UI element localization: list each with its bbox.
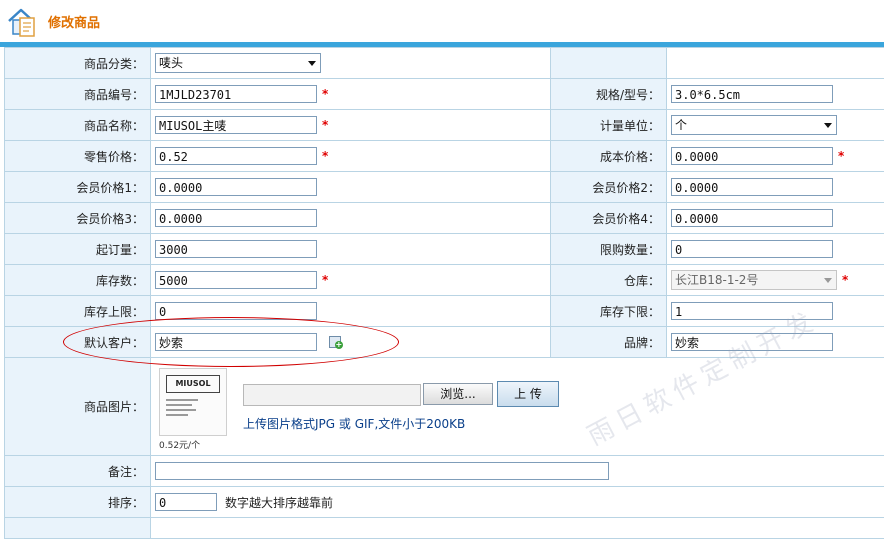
remark-label: 备注： bbox=[5, 456, 151, 487]
product-edit-form: 商品分类： 唛头 商品编号： 1MJLD23701 * 规格/型号： 3.0*6.… bbox=[4, 47, 884, 539]
chevron-down-icon bbox=[308, 61, 316, 66]
required-mark: * bbox=[838, 149, 844, 163]
required-mark: * bbox=[322, 118, 328, 132]
min-order-input[interactable]: 3000 bbox=[155, 240, 317, 258]
thumbnail-brand: MIUSOL bbox=[166, 375, 220, 393]
member-price4-input[interactable]: 0.0000 bbox=[671, 209, 833, 227]
form-row: 商品分类： 唛头 bbox=[5, 48, 884, 79]
default-customer-label: 默认客户： bbox=[5, 327, 151, 358]
stock-input[interactable]: 5000 bbox=[155, 271, 317, 289]
upload-hint: 上传图片格式JPG 或 GIF,文件小于200KB bbox=[243, 415, 465, 432]
form-row: 排序： 0 数字越大排序越靠前 bbox=[5, 487, 884, 518]
purchase-limit-input[interactable]: 0 bbox=[671, 240, 833, 258]
required-mark: * bbox=[322, 149, 328, 163]
required-mark: * bbox=[322, 87, 328, 101]
form-row: 零售价格： 0.52 * 成本价格： 0.0000 * bbox=[5, 141, 884, 172]
name-label: 商品名称： bbox=[5, 110, 151, 141]
page-title: 修改商品 bbox=[48, 12, 100, 31]
browse-button[interactable]: 浏览... bbox=[423, 383, 493, 405]
form-row: 会员价格1： 0.0000 会员价格2： 0.0000 bbox=[5, 172, 884, 203]
member-price4-label: 会员价格4： bbox=[551, 203, 667, 234]
form-row: 会员价格3： 0.0000 会员价格4： 0.0000 bbox=[5, 203, 884, 234]
thumbnail-price: 0.52元/个 bbox=[159, 438, 233, 451]
product-thumbnail: MIUSOL 0.52元/个 bbox=[159, 368, 233, 446]
empty-label bbox=[551, 48, 667, 79]
unit-select[interactable]: 个 bbox=[671, 115, 837, 135]
chevron-down-icon bbox=[824, 123, 832, 128]
form-row: 默认客户： 妙索 + 品牌： 妙索 bbox=[5, 327, 884, 358]
form-row: 备注： bbox=[5, 456, 884, 487]
sort-hint: 数字越大排序越靠前 bbox=[225, 496, 333, 510]
category-label: 商品分类： bbox=[5, 48, 151, 79]
sort-input[interactable]: 0 bbox=[155, 493, 217, 511]
spec-input[interactable]: 3.0*6.5cm bbox=[671, 85, 833, 103]
house-doc-icon bbox=[6, 6, 38, 38]
member-price3-input[interactable]: 0.0000 bbox=[155, 209, 317, 227]
add-customer-icon[interactable]: + bbox=[329, 335, 343, 349]
code-label: 商品编号： bbox=[5, 79, 151, 110]
member-price1-input[interactable]: 0.0000 bbox=[155, 178, 317, 196]
form-row: 商品图片： MIUSOL 0.52元/个 浏览... 上 传 上传图片格式JPG… bbox=[5, 358, 884, 456]
form-row: 商品名称： MIUSOL主唛 * 计量单位： 个 bbox=[5, 110, 884, 141]
chevron-down-icon bbox=[824, 278, 832, 283]
brand-label: 品牌： bbox=[551, 327, 667, 358]
warehouse-label: 仓库： bbox=[551, 265, 667, 296]
stock-min-label: 库存下限： bbox=[551, 296, 667, 327]
member-price2-label: 会员价格2： bbox=[551, 172, 667, 203]
category-select[interactable]: 唛头 bbox=[155, 53, 321, 73]
member-price3-label: 会员价格3： bbox=[5, 203, 151, 234]
warehouse-select[interactable]: 长江B18-1-2号 bbox=[671, 270, 837, 290]
required-mark: * bbox=[842, 273, 848, 287]
cost-price-label: 成本价格： bbox=[551, 141, 667, 172]
thumbnail-text-lines bbox=[166, 399, 206, 419]
stock-max-input[interactable]: 0 bbox=[155, 302, 317, 320]
unit-select-value: 个 bbox=[675, 118, 687, 132]
remark-input[interactable] bbox=[155, 462, 609, 480]
warehouse-select-value: 长江B18-1-2号 bbox=[675, 273, 758, 287]
form-row: 库存上限： 0 库存下限： 1 bbox=[5, 296, 884, 327]
name-input[interactable]: MIUSOL主唛 bbox=[155, 116, 317, 134]
unit-label: 计量单位： bbox=[551, 110, 667, 141]
page-header: 修改商品 bbox=[0, 0, 884, 42]
brand-input[interactable]: 妙索 bbox=[671, 333, 833, 351]
member-price2-input[interactable]: 0.0000 bbox=[671, 178, 833, 196]
default-customer-input[interactable]: 妙索 bbox=[155, 333, 317, 351]
retail-price-label: 零售价格： bbox=[5, 141, 151, 172]
form-row: 库存数： 5000 * 仓库： 长江B18-1-2号 * bbox=[5, 265, 884, 296]
min-order-label: 起订量： bbox=[5, 234, 151, 265]
stock-label: 库存数： bbox=[5, 265, 151, 296]
sort-label: 排序： bbox=[5, 487, 151, 518]
form-row: 起订量： 3000 限购数量： 0 bbox=[5, 234, 884, 265]
image-label: 商品图片： bbox=[5, 358, 151, 456]
form-row bbox=[5, 518, 884, 539]
retail-price-input[interactable]: 0.52 bbox=[155, 147, 317, 165]
purchase-limit-label: 限购数量： bbox=[551, 234, 667, 265]
stock-max-label: 库存上限： bbox=[5, 296, 151, 327]
category-select-value: 唛头 bbox=[159, 56, 183, 70]
form-row: 商品编号： 1MJLD23701 * 规格/型号： 3.0*6.5cm bbox=[5, 79, 884, 110]
stock-min-input[interactable]: 1 bbox=[671, 302, 833, 320]
file-path-input[interactable] bbox=[243, 384, 421, 406]
code-input[interactable]: 1MJLD23701 bbox=[155, 85, 317, 103]
required-mark: * bbox=[322, 273, 328, 287]
cost-price-input[interactable]: 0.0000 bbox=[671, 147, 833, 165]
thumbnail-card: MIUSOL bbox=[159, 368, 227, 436]
member-price1-label: 会员价格1： bbox=[5, 172, 151, 203]
upload-button[interactable]: 上 传 bbox=[497, 381, 559, 407]
spec-label: 规格/型号： bbox=[551, 79, 667, 110]
